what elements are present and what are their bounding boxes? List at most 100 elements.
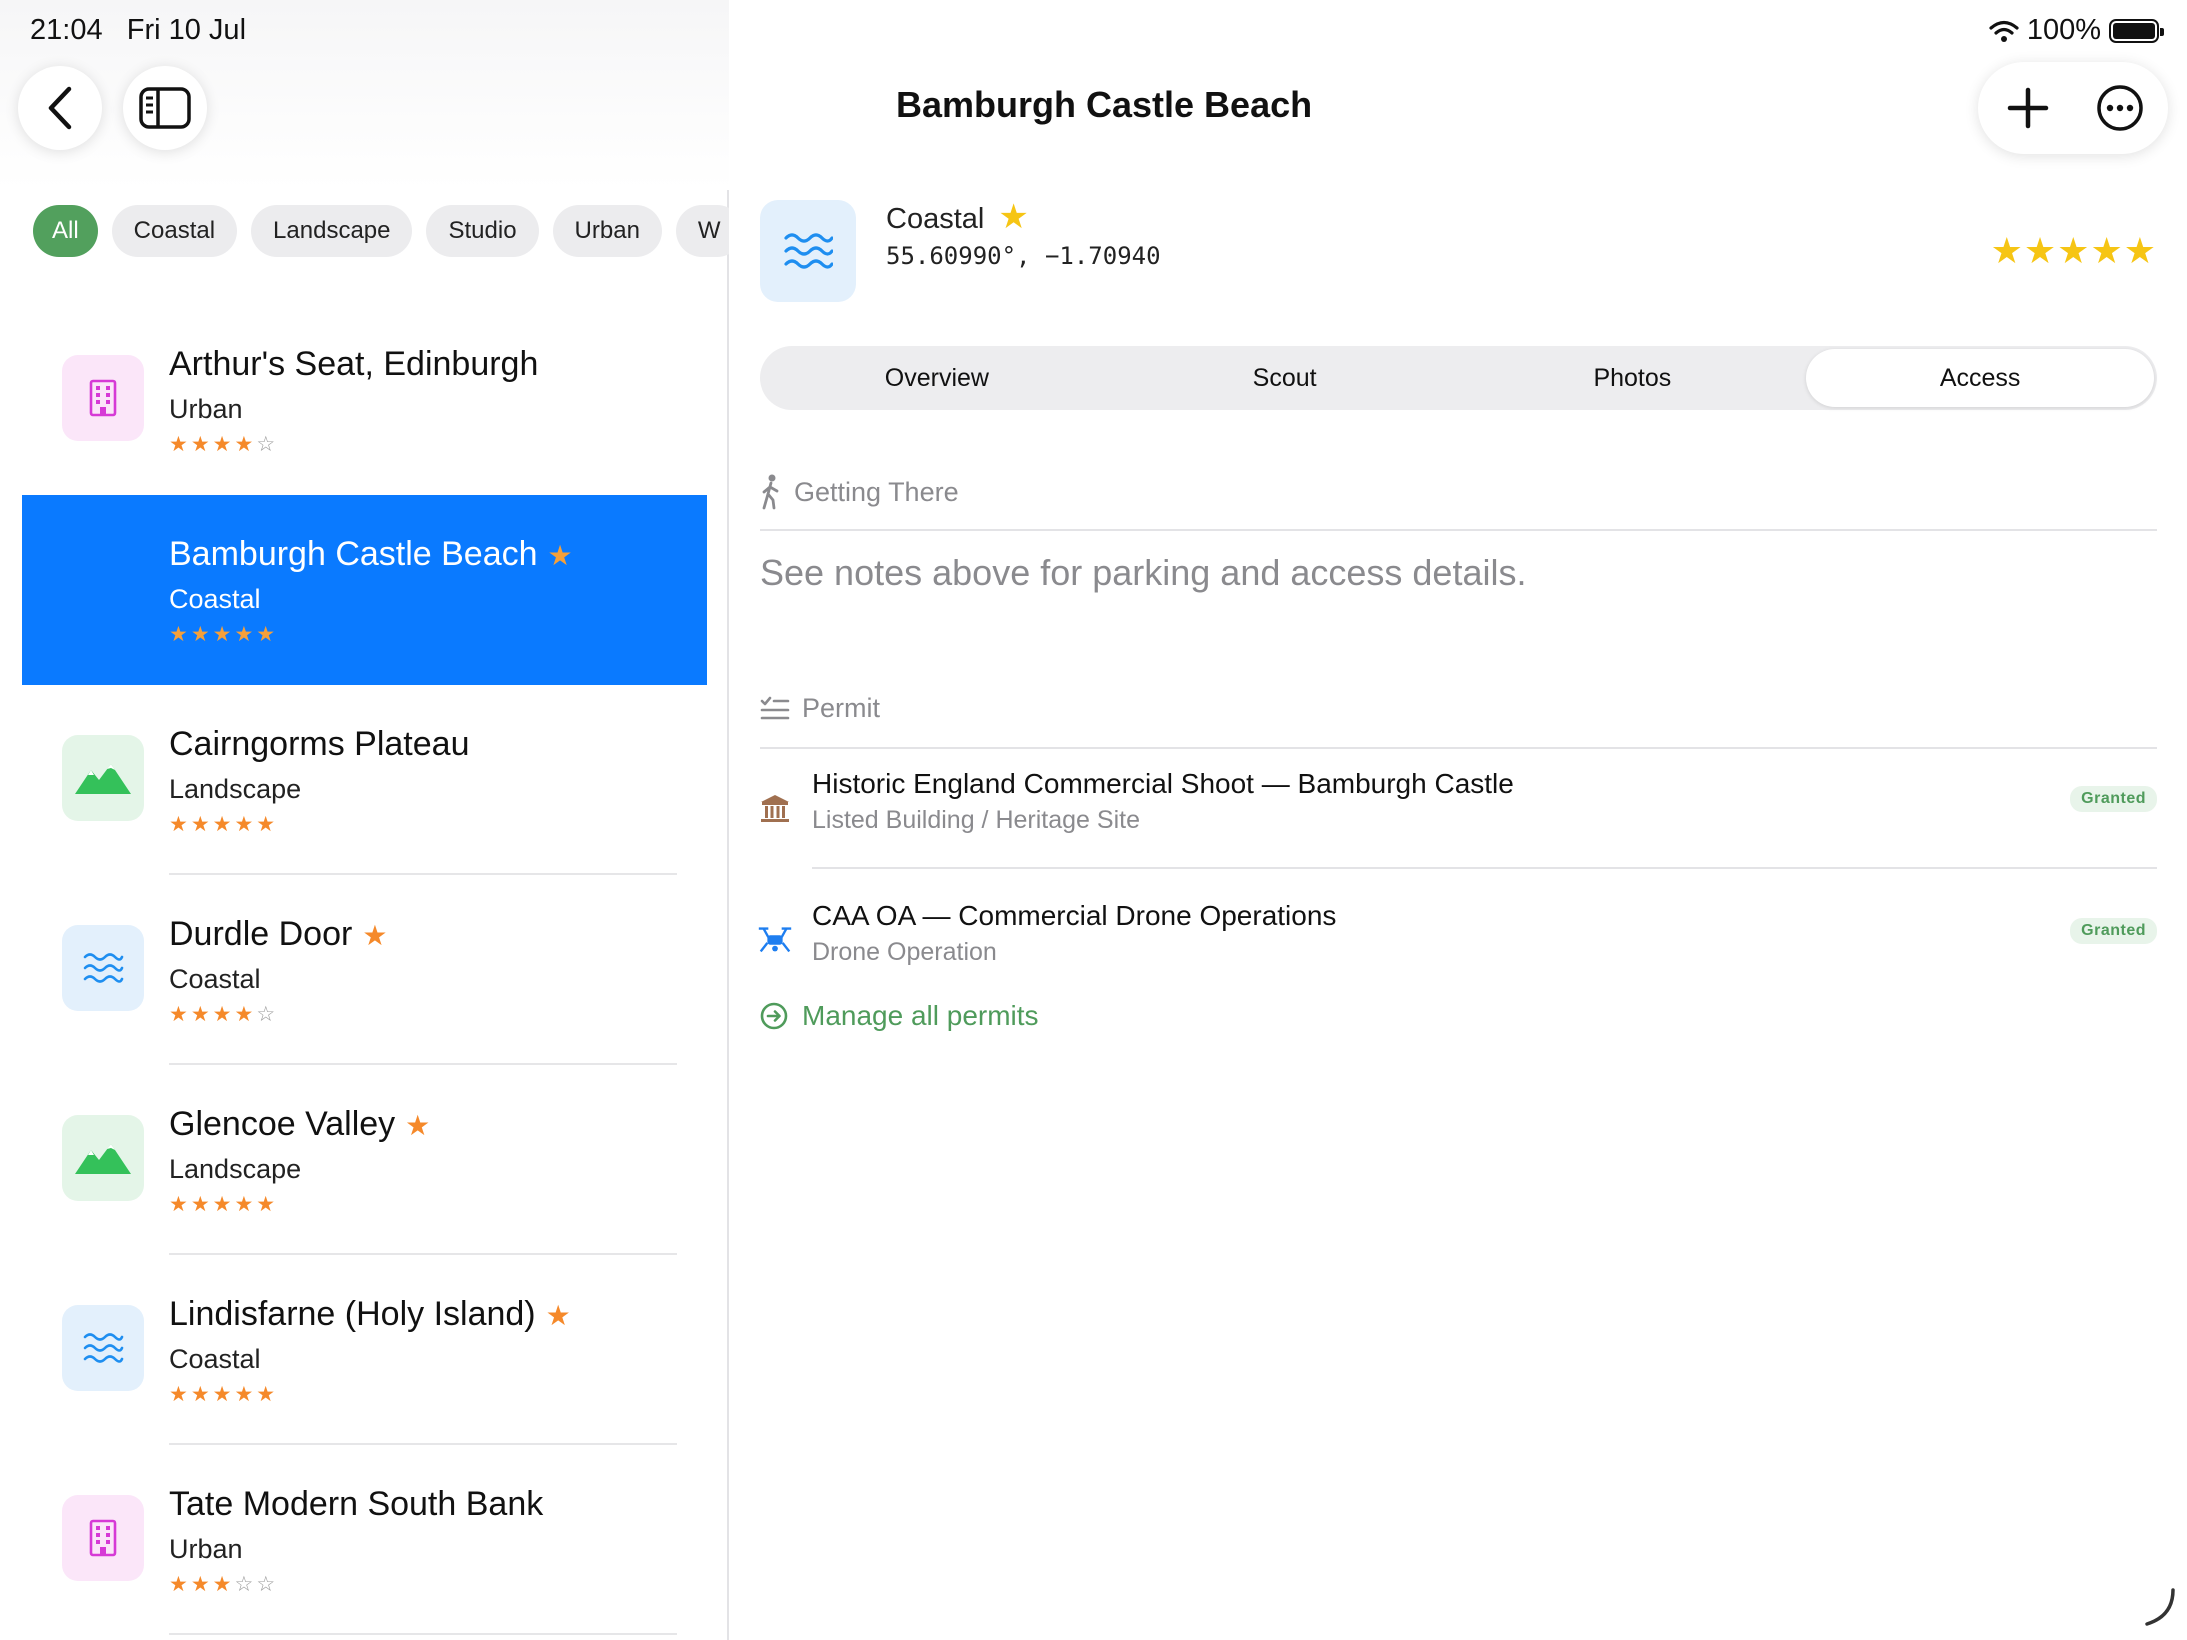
list-item[interactable]: Bamburgh Castle Beach ★ Coastal ★★★★★ [22,495,707,685]
tab-access[interactable]: Access [1806,349,2154,407]
location-list: Arthur's Seat, Edinburgh Urban ★★★★☆ Bambur… [22,305,707,1635]
list-item-name: Bamburgh Castle Beach [169,535,538,573]
status-badge: Granted [2070,918,2157,944]
getting-there-title: Getting There [794,476,959,507]
list-item-title: Durdle Door ★ [169,915,387,954]
status-time: 21:04 Fri 10 Jul [30,14,246,47]
favorite-star-icon[interactable]: ★ [998,198,1028,236]
permit-title: Permit [802,693,881,723]
row-divider [812,867,2157,869]
sidebar-toggle-icon [139,87,191,129]
back-button[interactable] [18,66,102,150]
waves-icon [784,233,833,269]
list-item-name: Glencoe Valley [169,1105,396,1143]
filter-chip-urban[interactable]: Urban [552,205,662,257]
building-icon [62,1495,144,1581]
getting-there-header: Getting There [760,474,959,510]
list-item-name: Durdle Door [169,915,353,953]
list-item-title: Tate Modern South Bank [169,1485,543,1524]
list-item-title: Glencoe Valley ★ [169,1105,430,1144]
list-item[interactable]: Cairngorms Plateau Landscape ★★★★★ [22,685,707,875]
sidebar-toggle-button[interactable] [123,66,207,150]
status-badge: Granted [2070,786,2157,812]
favorite-star-icon: ★ [362,920,388,951]
list-item-name: Arthur's Seat, Edinburgh [169,345,539,383]
favorite-star-icon: ★ [405,1110,431,1141]
permit-row[interactable]: CAA OA — Commercial Drone Operations Dro… [755,900,2157,1000]
filter-chip-landscape[interactable]: Landscape [251,205,413,257]
drone-icon [755,920,795,960]
sidebar: All Coastal Landscape Studio Urban W Arthur's… [0,0,729,1640]
filter-chip-all[interactable]: All [33,205,98,257]
permit-header: Permit [760,693,880,724]
detail-tabs: Overview Scout Photos Access [760,346,2157,410]
filter-chip-w[interactable]: W [675,205,729,257]
list-item-rating: ★★★★★ [169,623,279,646]
manage-permits-link[interactable]: Manage all permits [760,1000,1039,1032]
permit-row[interactable]: Historic England Commercial Shoot — Bamb… [755,768,2157,868]
wifi-icon [1989,20,2019,42]
section-divider [760,747,2157,749]
list-item[interactable]: Lindisfarne (Holy Island) ★ Coastal ★★★★★ [22,1255,707,1445]
clock-time: 21:04 [30,14,103,46]
list-item-category: Urban [169,394,243,424]
list-item-name: Tate Modern South Bank [169,1485,544,1523]
more-options-button[interactable] [2090,78,2150,138]
list-item-title: Bamburgh Castle Beach ★ [169,535,573,574]
list-item-category: Landscape [169,1154,302,1184]
detail-rating[interactable]: ★★★★★ [1991,230,2157,272]
building-icon [62,355,144,441]
permit-row-subtitle: Drone Operation [812,938,997,966]
status-indicators: 100% [1989,14,2164,47]
mountains-icon [62,735,144,821]
list-item-rating: ★★★★☆ [169,1003,279,1026]
checklist-icon [760,696,790,719]
list-item[interactable]: Arthur's Seat, Edinburgh Urban ★★★★☆ [22,305,707,495]
detail-coordinates: 55.60990°, −1.70940 [886,242,1161,270]
battery-percentage: 100% [2026,14,2101,46]
permit-row-title: Historic England Commercial Shoot — Bamb… [812,768,1514,799]
list-item-rating: ★★★★☆ [169,433,279,456]
list-item-title: Lindisfarne (Holy Island) ★ [169,1295,571,1334]
list-item-rating: ★★★★★ [169,1383,279,1406]
permit-row-title: CAA OA — Commercial Drone Operations [812,900,1337,931]
ellipsis-circle-icon [2097,85,2143,131]
detail-category: Coastal ★ [886,197,1029,237]
section-divider [760,529,2157,531]
list-item-title: Cairngorms Plateau [169,725,469,764]
mountains-icon [62,1115,144,1201]
category-filter-bar: All Coastal Landscape Studio Urban W [33,205,729,257]
list-item-name: Cairngorms Plateau [169,725,470,763]
list-item-rating: ★★★★★ [169,1193,279,1216]
walking-person-icon [762,474,779,510]
tab-overview[interactable]: Overview [763,349,1111,407]
landmark-icon [755,788,795,828]
list-item-name: Lindisfarne (Holy Island) [169,1295,536,1333]
list-item-category: Coastal [169,584,261,614]
list-item-category: Coastal [169,1344,261,1374]
location-category-badge [760,200,856,302]
add-button[interactable] [1998,78,2058,138]
arrow-right-circle-icon [760,1002,788,1030]
filter-chip-studio[interactable]: Studio [426,205,539,257]
list-item-rating: ★★★★★ [169,813,279,836]
list-item-title: Arthur's Seat, Edinburgh [169,345,538,384]
manage-permits-label: Manage all permits [802,1000,1039,1031]
list-item[interactable]: Durdle Door ★ Coastal ★★★★☆ [22,875,707,1065]
list-item-rating: ★★★☆☆ [169,1573,279,1596]
clock-date: Fri 10 Jul [126,14,247,46]
favorite-star-icon: ★ [545,1300,571,1331]
resize-handle-icon[interactable] [2143,1586,2177,1628]
list-item-category: Landscape [169,774,302,804]
tab-scout[interactable]: Scout [1111,349,1459,407]
page-title: Bamburgh Castle Beach [896,84,1313,125]
list-item[interactable]: Tate Modern South Bank Urban ★★★☆☆ [22,1445,707,1635]
tab-photos[interactable]: Photos [1459,349,1807,407]
favorite-star-icon: ★ [547,540,573,571]
list-item[interactable]: Glencoe Valley ★ Landscape ★★★★★ [22,1065,707,1255]
detail-category-label: Coastal [886,203,985,235]
chevron-left-icon [48,86,72,130]
toolbar-actions [1978,62,2168,154]
filter-chip-coastal[interactable]: Coastal [111,205,238,257]
waves-icon [62,925,144,1011]
